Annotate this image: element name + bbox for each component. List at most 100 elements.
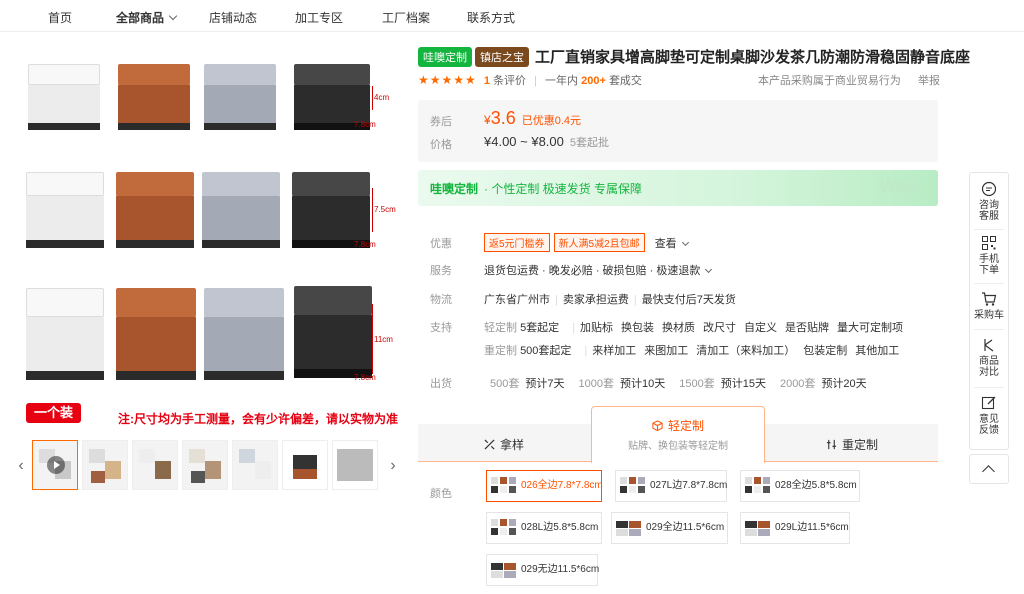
custom-option[interactable]: 换材质 <box>662 322 695 334</box>
cart-icon <box>982 292 997 306</box>
nav-factory-profile[interactable]: 工厂档案 <box>382 9 430 26</box>
chevron-down-icon <box>168 11 178 21</box>
trade-note: 本产品采购属于商业贸易行为 <box>757 75 901 87</box>
coupon-badge[interactable]: 返5元门槛券 <box>484 233 550 252</box>
price-box: 券后 ¥3.6 已优惠0.4元 价格 ¥4.00 ~ ¥8.00 5套起批 <box>418 100 938 162</box>
delivery-time: 最快支付后7天发货 <box>641 294 736 306</box>
service-row: 服务 退货包运费 · 晚发必赔 · 破损包赔 · 极速退款 <box>430 262 713 278</box>
banner-watermark: Waw <box>879 176 920 196</box>
purchase-cart-button[interactable]: 采购车 <box>970 291 1008 321</box>
thumbnail-video[interactable] <box>32 440 78 490</box>
quantity-tag: 一个装 <box>26 403 81 423</box>
nav-home[interactable]: 首页 <box>48 9 72 26</box>
size-note: 注:尺寸均为手工测量，会有少许偏差，请以实物为准 <box>118 412 398 426</box>
review-count[interactable]: 1 <box>484 75 490 87</box>
view-offers-link[interactable]: 查看 <box>655 238 689 250</box>
color-option[interactable]: 026全边7.8*7.8cm <box>486 470 603 502</box>
thumbnail-prev-button[interactable]: ‹ <box>14 454 28 478</box>
report-link[interactable]: 举报 <box>918 75 940 87</box>
coupon-badge[interactable]: 新人满5减2且包邮 <box>553 233 645 252</box>
title-row: 哇噢定制 镇店之宝 工厂直销家具增高脚垫可定制桌脚沙发茶几防潮防滑稳固静音底座 <box>418 46 970 67</box>
offers-row: 优惠 返5元门槛券 新人满5减2且包邮 查看 <box>430 233 689 252</box>
custom-option[interactable]: 清加工（来料加工） <box>696 345 795 357</box>
custom-badge: 哇噢定制 <box>418 46 472 67</box>
product-title: 工厂直销家具增高脚垫可定制桌脚沙发茶几防潮防滑稳固静音底座 <box>535 49 971 66</box>
dimension-label: 11cm <box>374 335 393 344</box>
play-icon <box>47 456 65 474</box>
review-label[interactable]: 条评价 <box>493 75 526 87</box>
coupon-price: ¥3.6 已优惠0.4元 <box>484 108 582 128</box>
product-cube-white <box>26 288 104 380</box>
color-option[interactable]: 029无边11.5*6cm <box>486 554 599 586</box>
treasure-badge: 镇店之宝 <box>475 46 529 67</box>
product-cube-brown <box>116 172 194 248</box>
custom-option[interactable]: 来图加工 <box>644 345 688 357</box>
edit-icon <box>981 396 996 410</box>
nav-shop-news[interactable]: 店铺动态 <box>209 9 257 26</box>
banner-brand: 哇噢定制 <box>430 182 479 196</box>
thumbnail-image[interactable] <box>332 440 378 490</box>
product-cube-grey <box>204 64 276 130</box>
nav-all-products[interactable]: 全部商品 <box>116 9 178 26</box>
color-option[interactable]: 028L边5.8*5.8cm <box>486 512 602 544</box>
product-cube-brown <box>116 288 196 380</box>
thumbnail-image[interactable] <box>132 440 178 490</box>
custom-option[interactable]: 加贴标 <box>580 322 613 334</box>
custom-option[interactable]: 其他加工 <box>855 345 899 357</box>
custom-option[interactable]: 换包装 <box>621 322 654 334</box>
custom-option[interactable]: 来样加工 <box>592 345 636 357</box>
compare-button[interactable]: 商品对比 <box>970 337 1008 378</box>
custom-option[interactable]: 改尺寸 <box>703 322 736 334</box>
custom-option[interactable]: 自定义 <box>744 322 777 334</box>
thumbnail-image[interactable] <box>282 440 328 490</box>
origin: 广东省广州市 <box>484 294 550 306</box>
tab-sample[interactable]: 拿样 <box>418 424 590 462</box>
product-cube-grey <box>202 172 280 248</box>
product-cube-brown <box>118 64 190 130</box>
product-cube-white <box>28 64 100 130</box>
floating-sidebar: 咨询客服 手机下单 采购车 商品对比 意见反馈 <box>969 172 1009 450</box>
thumbnail-image[interactable] <box>182 440 228 490</box>
tab-light-custom[interactable]: 轻定制 贴牌、换包装等轻定制 <box>591 406 765 463</box>
color-thumb <box>745 519 771 537</box>
tab-heavy-custom[interactable]: 重定制 <box>766 424 938 462</box>
top-nav: 首页 全部商品 店铺动态 加工专区 工厂档案 联系方式 <box>0 0 1024 32</box>
box-icon <box>652 420 663 432</box>
color-option[interactable]: 029全边11.5*6cm <box>611 512 728 544</box>
color-option[interactable]: 028全边5.8*5.8cm <box>740 470 860 502</box>
feedback-button[interactable]: 意见反馈 <box>970 395 1008 436</box>
main-product-image[interactable]: 4cm 7.8cm 7.5cm 7.8cm 11cm 7.8cm <box>20 42 398 432</box>
product-cube-black <box>294 286 372 378</box>
color-option[interactable]: 027L边7.8*7.8cm <box>615 470 727 502</box>
dimension-line <box>372 304 373 374</box>
custom-banner[interactable]: 哇噢定制 · 个性定制 极速发货 专属保障 Waw <box>418 170 938 206</box>
price-label: 价格 <box>430 139 452 151</box>
color-thumb <box>491 477 517 495</box>
dimension-label: 7.8cm <box>354 240 376 249</box>
custom-tabs: 拿样 轻定制 贴牌、换包装等轻定制 重定制 <box>418 406 938 463</box>
thumbnail-next-button[interactable]: › <box>386 454 400 478</box>
consult-button[interactable]: 咨询客服 <box>970 181 1008 222</box>
custom-option[interactable]: 包装定制 <box>803 345 847 357</box>
rating-row: ★★★★★ 1 条评价 | 一年内 200+ 套成交 本产品采购属于商业贸易行为… <box>418 73 940 87</box>
nav-contact[interactable]: 联系方式 <box>467 9 515 26</box>
back-to-top-button[interactable] <box>969 454 1009 484</box>
thumbnail-image[interactable] <box>82 440 128 490</box>
color-thumb <box>745 477 771 495</box>
chevron-down-icon <box>681 238 689 247</box>
service-value[interactable]: 退货包运费 · 晚发必赔 · 破损包赔 · 极速退款 <box>484 265 700 277</box>
logistics-row: 物流 广东省广州市 | 卖家承担运费 | 最快支付后7天发货 <box>430 294 736 306</box>
dimension-label: 7.5cm <box>374 205 396 214</box>
adjust-icon <box>826 439 837 450</box>
mobile-order-button[interactable]: 手机下单 <box>970 235 1008 276</box>
product-cube-grey <box>204 288 284 380</box>
nav-processing[interactable]: 加工专区 <box>295 9 343 26</box>
chat-icon <box>981 181 997 197</box>
thumbnail-image[interactable] <box>232 440 278 490</box>
custom-option[interactable]: 是否贴牌 <box>785 322 829 334</box>
dimension-label: 7.8cm <box>354 120 376 129</box>
light-custom-row: 支持 轻定制 5套起定 | 加贴标 换包装 换材质 改尺寸 自定义 是否贴牌 量大可定制项 <box>430 322 904 334</box>
custom-option[interactable]: 量大可定制项 <box>837 322 903 334</box>
color-option[interactable]: 029L边11.5*6cm <box>740 512 850 544</box>
color-thumb <box>620 477 646 495</box>
